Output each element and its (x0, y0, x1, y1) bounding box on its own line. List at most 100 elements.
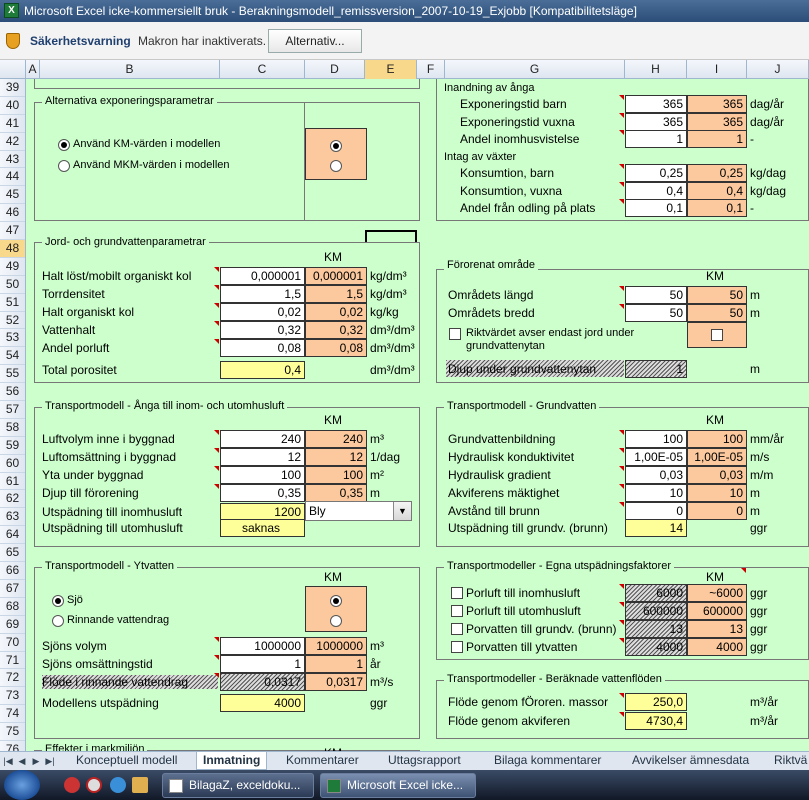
row-header[interactable]: 53 (0, 329, 25, 348)
inhalation-value[interactable]: 1 (625, 130, 687, 148)
row-header[interactable]: 57 (0, 401, 25, 419)
checkbox-below-groundwater[interactable] (449, 328, 461, 340)
chevron-down-icon[interactable]: ▼ (393, 502, 411, 520)
soil-km-value[interactable]: 0,08 (305, 339, 367, 357)
depth-value[interactable]: 1 (625, 360, 687, 378)
select-all-corner[interactable] (0, 60, 26, 79)
row-header[interactable]: 39 (0, 79, 25, 97)
taskbar-excel[interactable]: Microsoft Excel icke... (320, 773, 476, 798)
own-factor-value[interactable]: 13 (625, 620, 687, 638)
radio-mkm-choice[interactable] (330, 160, 342, 172)
vapor-value[interactable]: 240 (220, 430, 305, 448)
tab-konceptuell-modell[interactable]: Konceptuell modell (70, 752, 183, 770)
last-sheet-icon[interactable]: ▶| (44, 754, 56, 768)
own-factor-value[interactable]: 6000 (625, 584, 687, 602)
row-header[interactable]: 50 (0, 276, 25, 294)
vegetation-value[interactable]: 0,1 (625, 199, 687, 217)
own-factor-checkbox[interactable] (451, 587, 463, 599)
row-header[interactable]: 72 (0, 669, 25, 688)
ie-icon[interactable] (110, 777, 126, 793)
tab-inmatning[interactable]: Inmatning (196, 752, 268, 770)
radio-lake[interactable] (52, 595, 64, 607)
row-header[interactable]: 66 (0, 562, 25, 580)
tab-riktvarden[interactable]: Riktvä (768, 752, 809, 770)
soil-value[interactable]: 0,02 (220, 303, 305, 321)
soil-km-value[interactable]: 0,000001 (305, 267, 367, 285)
row-header[interactable]: 48 (0, 240, 25, 258)
tab-uttagsrapport[interactable]: Uttagsrapport (382, 752, 467, 770)
inhalation-value[interactable]: 365 (625, 95, 687, 113)
checkbox-below-groundwater-km[interactable] (711, 329, 723, 341)
row-header[interactable]: 49 (0, 258, 25, 276)
own-factor-km-value[interactable]: ~6000 (687, 584, 747, 602)
col-header-g[interactable]: G (445, 60, 625, 79)
own-factor-checkbox[interactable] (451, 623, 463, 635)
dilution-outdoor-value[interactable]: saknas (220, 519, 305, 537)
surface-km-value[interactable]: 1 (305, 655, 367, 673)
col-header-j[interactable]: J (747, 60, 809, 79)
model-dilution-value[interactable]: 4000 (220, 694, 305, 712)
groundwater-value[interactable]: 1,00E-05 (625, 448, 687, 466)
row-header[interactable]: 44 (0, 168, 25, 187)
row-header[interactable]: 51 (0, 294, 25, 312)
vapor-value[interactable]: 0,35 (220, 484, 305, 502)
prev-sheet-icon[interactable]: ◀ (16, 754, 28, 768)
taskbar-bilagaz[interactable]: BilagaZ, exceldoku... (162, 773, 314, 798)
start-button[interactable] (4, 770, 40, 800)
row-header[interactable]: 54 (0, 347, 25, 366)
row-header[interactable]: 67 (0, 580, 25, 598)
row-header[interactable]: 71 (0, 652, 25, 670)
radio-stream-choice[interactable] (330, 615, 342, 627)
row-header[interactable]: 47 (0, 222, 25, 241)
row-header[interactable]: 70 (0, 634, 25, 652)
row-header[interactable]: 58 (0, 419, 25, 437)
area-value[interactable]: 50 (625, 286, 687, 304)
own-factor-km-value[interactable]: 4000 (687, 638, 747, 656)
vegetation-value[interactable]: 0,4 (625, 181, 687, 200)
groundwater-value[interactable]: 0 (625, 502, 687, 520)
tab-kommentarer[interactable]: Kommentarer (280, 752, 365, 770)
soil-value[interactable]: 0,000001 (220, 267, 305, 285)
options-button[interactable]: Alternativ... (268, 29, 362, 53)
vapor-value[interactable]: 12 (220, 448, 305, 466)
own-factor-checkbox[interactable] (451, 641, 463, 653)
media-icon[interactable] (64, 777, 80, 793)
soil-km-value[interactable]: 0,02 (305, 303, 367, 321)
flow-value[interactable]: 250,0 (625, 693, 687, 711)
col-header-d[interactable]: D (305, 60, 365, 79)
radio-use-mkm[interactable] (58, 160, 70, 172)
area-value[interactable]: 50 (625, 304, 687, 322)
surface-km-value[interactable]: 1000000 (305, 637, 367, 655)
col-header-h[interactable]: H (625, 60, 687, 79)
col-header-i[interactable]: I (687, 60, 747, 79)
folder-icon[interactable] (132, 777, 148, 793)
row-header[interactable]: 42 (0, 133, 25, 151)
row-header[interactable]: 63 (0, 508, 25, 527)
inhalation-km-value[interactable]: 1 (687, 130, 747, 148)
col-header-f[interactable]: F (417, 60, 445, 79)
gw-dilution-value[interactable]: 14 (625, 519, 687, 537)
inhalation-km-value[interactable]: 365 (687, 112, 747, 131)
tab-bilaga-kommentarer[interactable]: Bilaga kommentarer (488, 752, 607, 770)
groundwater-value[interactable]: 0,03 (625, 466, 687, 484)
soil-value[interactable]: 1,5 (220, 285, 305, 303)
soil-km-value[interactable]: 1,5 (305, 285, 367, 303)
vapor-km-value[interactable]: 100 (305, 466, 367, 484)
vegetation-km-value[interactable]: 0,4 (687, 181, 747, 200)
col-header-e[interactable]: E (365, 60, 417, 79)
radio-km-choice[interactable] (330, 140, 342, 152)
row-header[interactable]: 45 (0, 186, 25, 205)
radio-lake-choice[interactable] (330, 595, 342, 607)
next-sheet-icon[interactable]: ▶ (30, 754, 42, 768)
surface-value[interactable]: 1 (220, 655, 305, 673)
row-header[interactable]: 56 (0, 383, 25, 402)
row-header[interactable]: 55 (0, 365, 25, 384)
vegetation-value[interactable]: 0,25 (625, 164, 687, 182)
col-header-b[interactable]: B (40, 60, 220, 79)
row-header[interactable]: 40 (0, 97, 25, 115)
row-header[interactable]: 43 (0, 151, 25, 169)
row-header[interactable]: 60 (0, 455, 25, 473)
own-factor-km-value[interactable]: 13 (687, 620, 747, 638)
vapor-km-value[interactable]: 12 (305, 448, 367, 466)
surface-km-value[interactable]: 0,0317 (305, 673, 367, 691)
